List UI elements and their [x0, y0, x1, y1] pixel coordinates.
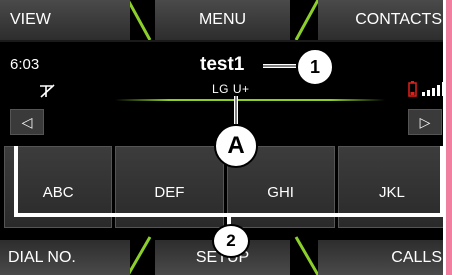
edge-strip: [446, 0, 452, 275]
calls-label: CALLS: [391, 248, 442, 266]
callout-a: A: [214, 124, 258, 168]
infotainment-screen: VIEW MENU CONTACTS 6:03 test1 LG U+ ◁ ▷ …: [0, 0, 452, 275]
dial-number-button[interactable]: DIAL NO.: [0, 240, 130, 275]
callout-1: 1: [296, 48, 334, 86]
calls-button[interactable]: CALLS: [318, 240, 446, 275]
callout-2: 2: [212, 224, 250, 258]
dial-label: DIAL NO.: [8, 248, 76, 266]
